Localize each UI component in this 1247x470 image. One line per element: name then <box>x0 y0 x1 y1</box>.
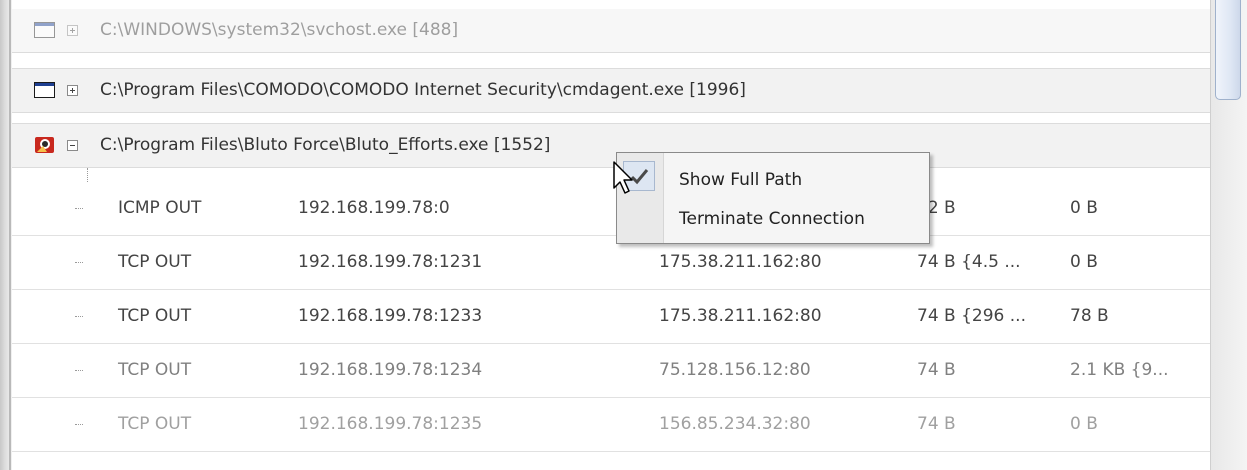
bytes-sent-cell: 74 B {4.5 ... <box>917 252 1021 272</box>
bytes-received-cell: 0 B <box>1070 198 1098 218</box>
process-row-selected[interactable]: C:\Program Files\Bluto Force\Bluto_Effor… <box>12 123 1210 168</box>
tree-branch <box>75 370 83 371</box>
process-path: C:\WINDOWS\system32\svchost.exe [488] <box>100 20 459 40</box>
tree-branch <box>75 208 83 209</box>
menu-item-show-full-path[interactable]: Show Full Path <box>679 170 802 190</box>
window-app-icon <box>34 22 55 38</box>
bytes-received-cell: 78 B <box>1070 306 1109 326</box>
process-path: C:\Program Files\COMODO\COMODO Internet … <box>100 80 746 100</box>
mouse-cursor-icon <box>613 161 633 194</box>
menu-item-terminate-connection[interactable]: Terminate Connection <box>679 209 865 229</box>
scrollbar-thumb[interactable] <box>1215 0 1241 100</box>
process-row[interactable]: C:\Program Files\COMODO\COMODO Internet … <box>12 68 1210 113</box>
window-app-icon <box>34 82 55 98</box>
tree-branch <box>75 262 83 263</box>
connection-row[interactable]: TCP OUT 192.168.199.78:1231 175.38.211.1… <box>12 236 1210 290</box>
source-address-cell: 192.168.199.78:1235 <box>298 414 483 434</box>
bytes-sent-cell: 74 B <box>917 414 956 434</box>
source-address-cell: 192.168.199.78:1233 <box>298 306 483 326</box>
process-path: C:\Program Files\Bluto Force\Bluto_Effor… <box>100 135 551 155</box>
source-address-cell: 192.168.199.78:1231 <box>298 252 483 272</box>
bytes-received-cell: 0 B <box>1070 252 1098 272</box>
connection-row[interactable]: ICMP OUT 192.168.199.78:0 02 B 0 B <box>12 182 1210 236</box>
window-left-border <box>0 0 12 470</box>
destination-address-cell: 156.85.234.32:80 <box>659 414 811 434</box>
connection-row[interactable]: TCP OUT 192.168.199.78:1235 156.85.234.3… <box>12 398 1210 452</box>
bytes-sent-cell: 74 B {296 ... <box>917 306 1026 326</box>
bytes-sent-cell: 74 B <box>917 360 956 380</box>
collapse-toggle[interactable] <box>67 140 78 151</box>
source-address-cell: 192.168.199.78:1234 <box>298 360 483 380</box>
destination-address-cell: 175.38.211.162:80 <box>659 306 822 326</box>
bytes-received-cell: 2.1 KB {9... <box>1070 360 1169 380</box>
tree-branch <box>75 424 83 425</box>
context-menu: Show Full Path Terminate Connection <box>616 152 930 244</box>
red-app-icon <box>35 137 54 153</box>
destination-address-cell: 75.128.156.12:80 <box>659 360 811 380</box>
protocol-cell: TCP OUT <box>118 252 192 272</box>
bytes-received-cell: 0 B <box>1070 414 1098 434</box>
tree-branch <box>75 316 83 317</box>
process-row[interactable]: C:\WINDOWS\system32\svchost.exe [488] <box>12 9 1210 53</box>
connection-row[interactable]: TCP OUT 192.168.199.78:1233 175.38.211.1… <box>12 290 1210 344</box>
protocol-cell: TCP OUT <box>118 306 192 326</box>
connections-tree-panel: C:\WINDOWS\system32\svchost.exe [488] C:… <box>12 0 1210 470</box>
source-address-cell: 192.168.199.78:0 <box>298 198 450 218</box>
protocol-cell: TCP OUT <box>118 360 192 380</box>
protocol-cell: ICMP OUT <box>118 198 202 218</box>
protocol-cell: TCP OUT <box>118 414 192 434</box>
connection-row[interactable]: TCP OUT 192.168.199.78:1234 75.128.156.1… <box>12 344 1210 398</box>
expand-toggle[interactable] <box>67 25 78 36</box>
destination-address-cell: 175.38.211.162:80 <box>659 252 822 272</box>
expand-toggle[interactable] <box>67 85 78 96</box>
